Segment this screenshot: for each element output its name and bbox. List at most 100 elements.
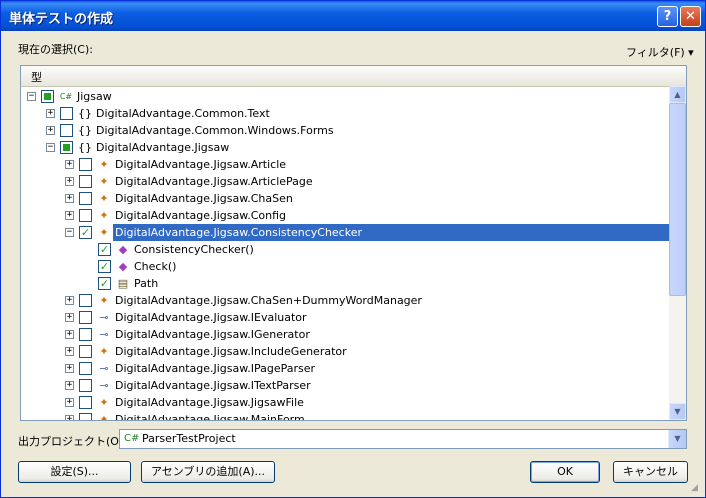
tree-row[interactable]: ✓ ◆ Check() [21, 258, 669, 275]
expand-icon[interactable]: + [65, 364, 74, 373]
class-icon: ✦ [99, 209, 109, 222]
class-icon: ✦ [99, 175, 109, 188]
cancel-button[interactable]: キャンセル [613, 461, 688, 483]
row-checkbox[interactable] [79, 345, 92, 358]
close-button[interactable]: ✕ [680, 6, 701, 27]
tree-row-label: ConsistencyChecker() [134, 243, 254, 256]
filter-dropdown-button[interactable]: フィルタ(F) ▾ [626, 44, 694, 60]
tree-row-label: DigitalAdvantage.Common.Text [96, 107, 270, 120]
create-unit-tests-dialog: 単体テストの作成 ? ✕ 現在の選択(C): フィルタ(F) ▾ 型 − C# Ji… [0, 0, 706, 498]
expand-icon[interactable]: + [65, 330, 74, 339]
row-checkbox[interactable] [41, 90, 54, 103]
tree-row[interactable]: + ✦ DigitalAdvantage.Jigsaw.ArticlePage [21, 173, 669, 190]
tree-row[interactable]: + {} DigitalAdvantage.Common.Text [21, 105, 669, 122]
scroll-up-button[interactable]: ▲ [669, 86, 686, 103]
interface-icon: ⊸ [99, 328, 109, 341]
tree-row-label: DigitalAdvantage.Jigsaw.ITextParser [115, 379, 311, 392]
tree-row-label: DigitalAdvantage.Jigsaw.Article [115, 158, 287, 171]
row-checkbox[interactable] [79, 328, 92, 341]
expand-icon[interactable]: + [65, 194, 74, 203]
class-icon: ✦ [99, 396, 109, 409]
scroll-down-button[interactable]: ▼ [669, 403, 686, 420]
expand-icon[interactable]: + [65, 313, 74, 322]
expand-icon[interactable]: + [65, 347, 74, 356]
row-checkbox[interactable]: ✓ [98, 260, 111, 273]
tree-row[interactable]: − ✓ ✦ DigitalAdvantage.Jigsaw.ConsistencyCh… [21, 224, 669, 241]
tree-row[interactable]: − C# Jigsaw [21, 88, 669, 105]
output-project-value: ParserTestProject [142, 432, 236, 445]
close-icon: ✕ [685, 9, 696, 24]
tree-row[interactable]: + {} DigitalAdvantage.Common.Windows.Forms [21, 122, 669, 139]
tree-row[interactable]: + ✦ DigitalAdvantage.Jigsaw.IncludeGenerat… [21, 343, 669, 360]
expand-icon[interactable]: + [65, 211, 74, 220]
expand-icon[interactable]: + [65, 177, 74, 186]
row-checkbox[interactable] [79, 192, 92, 205]
chevron-down-icon: ▼ [674, 434, 681, 443]
namespace-icon: {} [78, 107, 92, 120]
row-checkbox[interactable]: ✓ [98, 243, 111, 256]
row-checkbox[interactable] [60, 107, 73, 120]
row-checkbox[interactable] [79, 311, 92, 324]
help-button[interactable]: ? [657, 6, 678, 27]
row-checkbox[interactable] [79, 396, 92, 409]
expand-icon[interactable]: + [65, 160, 74, 169]
output-project-combobox[interactable]: C# ParserTestProject ▼ [119, 429, 687, 449]
method-icon: ◆ [118, 243, 128, 256]
csharp-project-icon: C# [124, 433, 140, 444]
tree-row[interactable]: ✓ ▤ Path [21, 275, 669, 292]
collapse-icon[interactable]: − [46, 143, 55, 152]
tree-row[interactable]: + ✦ DigitalAdvantage.Jigsaw.Config [21, 207, 669, 224]
row-checkbox[interactable] [79, 379, 92, 392]
expand-icon[interactable]: + [46, 126, 55, 135]
tree-row-label: DigitalAdvantage.Jigsaw [96, 141, 230, 154]
interface-icon: ⊸ [99, 311, 109, 324]
tree-row[interactable]: + ⊸ DigitalAdvantage.Jigsaw.IEvaluator [21, 309, 669, 326]
tree-row-label: DigitalAdvantage.Jigsaw.ConsistencyCheck… [115, 226, 362, 239]
expand-icon[interactable]: + [65, 415, 74, 420]
row-checkbox[interactable] [79, 158, 92, 171]
chevron-up-icon: ▲ [674, 90, 681, 99]
add-assembly-button[interactable]: アセンブリの追加(A)... [141, 461, 275, 483]
tree-row[interactable]: + ⊸ DigitalAdvantage.Jigsaw.ITextParser [21, 377, 669, 394]
tree-row[interactable]: + ⊸ DigitalAdvantage.Jigsaw.IPageParser [21, 360, 669, 377]
tree-row[interactable]: ✓ ◆ ConsistencyChecker() [21, 241, 669, 258]
tree-row[interactable]: + ✦ DigitalAdvantage.Jigsaw.ChaSen [21, 190, 669, 207]
expand-icon[interactable]: + [46, 109, 55, 118]
window-title: 単体テストの作成 [9, 12, 114, 27]
class-icon: ✦ [99, 294, 109, 307]
expand-icon[interactable]: + [65, 381, 74, 390]
tree-row[interactable]: + ✦ DigitalAdvantage.Jigsaw.ChaSen+DummyWo… [21, 292, 669, 309]
row-checkbox[interactable]: ✓ [79, 226, 92, 239]
expand-icon[interactable]: + [65, 296, 74, 305]
collapse-icon[interactable]: − [65, 228, 74, 237]
vertical-scrollbar[interactable]: ▲ ▼ [669, 86, 686, 420]
row-checkbox[interactable] [60, 124, 73, 137]
row-checkbox[interactable] [79, 209, 92, 222]
output-project-label: 出力プロジェクト(O): [18, 435, 127, 448]
row-checkbox[interactable] [79, 175, 92, 188]
type-tree[interactable]: 型 − C# Jigsaw + {} DigitalAdvantage.Common.Te… [20, 65, 687, 421]
tree-row[interactable]: + ✦ DigitalAdvantage.Jigsaw.MainForm [21, 411, 669, 420]
expand-icon[interactable]: + [65, 398, 74, 407]
scroll-thumb[interactable] [669, 103, 686, 296]
combobox-dropdown-button[interactable]: ▼ [668, 430, 686, 448]
title-bar[interactable]: 単体テストの作成 ? ✕ [1, 1, 705, 31]
class-icon: ✦ [99, 192, 109, 205]
tree-row[interactable]: − {} DigitalAdvantage.Jigsaw [21, 139, 669, 156]
row-checkbox[interactable] [79, 294, 92, 307]
row-checkbox[interactable] [79, 413, 92, 420]
tree-row-label: DigitalAdvantage.Jigsaw.IGenerator [115, 328, 310, 341]
collapse-icon[interactable]: − [27, 92, 36, 101]
tree-row-label: DigitalAdvantage.Jigsaw.MainForm [115, 413, 305, 420]
row-checkbox[interactable]: ✓ [98, 277, 111, 290]
resize-grip-icon[interactable]: ◢ [691, 483, 703, 495]
row-checkbox[interactable] [60, 141, 73, 154]
row-checkbox[interactable] [79, 362, 92, 375]
tree-row[interactable]: + ✦ DigitalAdvantage.Jigsaw.Article [21, 156, 669, 173]
tree-row[interactable]: + ⊸ DigitalAdvantage.Jigsaw.IGenerator [21, 326, 669, 343]
ok-button[interactable]: OK [530, 461, 600, 483]
class-icon: ✦ [99, 158, 109, 171]
tree-row[interactable]: + ✦ DigitalAdvantage.Jigsaw.JigsawFile [21, 394, 669, 411]
settings-button[interactable]: 設定(S)... [18, 461, 131, 483]
column-header-type[interactable]: 型 [21, 66, 686, 87]
